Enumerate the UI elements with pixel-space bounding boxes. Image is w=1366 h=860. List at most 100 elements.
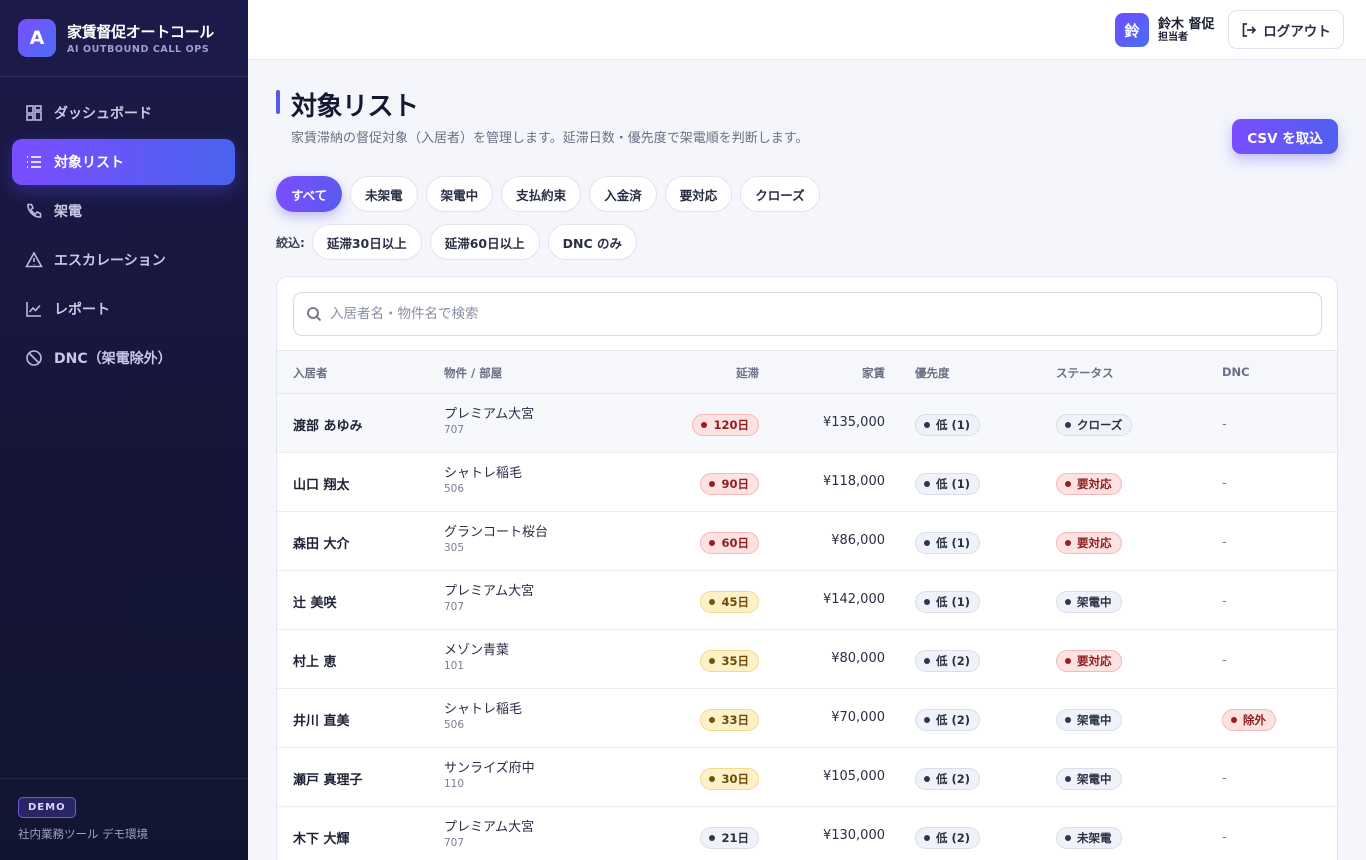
col-rent[interactable]: 家賃 [862, 365, 885, 381]
sidebar-item-label: レポート [54, 302, 110, 318]
tenant-name: 山口 翔太 [293, 478, 350, 493]
sidebar-item-label: DNC（架電除外） [54, 351, 172, 367]
tab-paid[interactable]: 入金済 [589, 176, 657, 212]
sidebar-item-call[interactable]: 架電 [12, 188, 235, 234]
dnc-cell: - [1222, 590, 1227, 613]
rent-amount: ¥70,000 [831, 710, 885, 725]
room-number: 305 [444, 542, 465, 554]
dnc-badge: 除外 [1222, 709, 1276, 731]
sidebar-item-report[interactable]: レポート [12, 286, 235, 332]
table-row[interactable]: 山口 翔太 シャトレ稲毛 506 90日 ¥118,000 低 (1) 要対応 … [277, 453, 1337, 512]
delay-cell: 120日 [692, 413, 759, 436]
col-tenant[interactable]: 入居者 [293, 365, 328, 381]
dnc-none: - [1222, 771, 1227, 786]
filter-dnc-only[interactable]: DNC のみ [547, 224, 637, 260]
page-description: 家賃滞納の督促対象（入居者）を管理します。延滞日数・優先度で架電順を判断します。 [291, 131, 809, 146]
tenant-name: 辻 美咲 [293, 596, 337, 611]
delay-badge: 60日 [700, 532, 759, 554]
demo-badge: DEMO [18, 797, 76, 818]
title-accent [276, 90, 280, 114]
priority-cell: 低 (1) [915, 413, 981, 436]
priority-badge: 低 (2) [915, 827, 981, 849]
property-cell: グランコート桜台 305 [444, 525, 548, 555]
priority-badge: 低 (1) [915, 473, 981, 495]
table-row[interactable]: 木下 大輝 プレミアム大宮 707 21日 ¥130,000 低 (2) 未架電… [277, 807, 1337, 860]
dnc-none: - [1222, 653, 1227, 668]
sidebar-item-dashboard[interactable]: ダッシュボード [12, 90, 235, 136]
table-row[interactable]: 井川 直美 シャトレ稲毛 506 33日 ¥70,000 低 (2) 架電中 除… [277, 689, 1337, 748]
sidebar-item-target-list[interactable]: 対象リスト [12, 139, 235, 185]
property-cell: シャトレ稲毛 506 [444, 702, 522, 732]
tenant-name: 井川 直美 [293, 714, 350, 729]
col-property[interactable]: 物件 / 部屋 [444, 365, 502, 381]
property-name: プレミアム大宮 [444, 820, 535, 835]
priority-cell: 低 (2) [915, 708, 981, 731]
search-input[interactable] [330, 306, 1280, 322]
room-number: 506 [444, 483, 465, 495]
table-row[interactable]: 渡部 あゆみ プレミアム大宮 707 120日 ¥135,000 低 (1) ク… [277, 394, 1337, 453]
priority-cell: 低 (1) [915, 590, 981, 613]
logout-icon [1242, 22, 1257, 37]
dnc-cell: - [1222, 531, 1227, 554]
priority-cell: 低 (2) [915, 767, 981, 790]
status-badge: 要対応 [1056, 473, 1122, 495]
priority-cell: 低 (2) [915, 649, 981, 672]
tab-closed[interactable]: クローズ [740, 176, 820, 212]
tab-needs-action[interactable]: 要対応 [664, 176, 733, 212]
priority-badge: 低 (2) [915, 768, 981, 790]
delay-badge: 45日 [700, 591, 759, 613]
sidebar-item-label: 架電 [54, 204, 82, 220]
top-header: 鈴 鈴木 督促 担当者 ログアウト [248, 0, 1366, 60]
sidebar-item-escalation[interactable]: エスカレーション [12, 237, 235, 283]
table-row[interactable]: 瀬戸 真理子 サンライズ府中 110 30日 ¥105,000 低 (2) 架電… [277, 748, 1337, 807]
user-name: 鈴木 督促 [1158, 16, 1215, 32]
filter-overdue-60[interactable]: 延滞60日以上 [429, 224, 540, 260]
delay-cell: 90日 [700, 472, 759, 495]
filter-bar: 絞込: 延滞30日以上 延滞60日以上 DNC のみ [276, 224, 645, 260]
tenant-name: 村上 恵 [293, 655, 337, 670]
priority-badge: 低 (1) [915, 591, 981, 613]
tab-promised[interactable]: 支払約束 [501, 176, 582, 212]
tab-calling[interactable]: 架電中 [425, 176, 494, 212]
table-row[interactable]: 辻 美咲 プレミアム大宮 707 45日 ¥142,000 低 (1) 架電中 … [277, 571, 1337, 630]
col-status[interactable]: ステータス [1056, 365, 1114, 381]
delay-cell: 21日 [700, 826, 759, 849]
status-cell: 未架電 [1056, 826, 1122, 849]
brand: A 家賃督促オートコール AI OUTBOUND CALL OPS [0, 0, 248, 77]
dnc-cell: - [1222, 826, 1227, 849]
filter-overdue-30[interactable]: 延滞30日以上 [311, 224, 422, 260]
tab-all[interactable]: すべて [276, 176, 343, 212]
status-cell: 架電中 [1056, 590, 1122, 613]
status-cell: 架電中 [1056, 708, 1122, 731]
phone-icon [25, 202, 43, 220]
dnc-cell: - [1222, 649, 1227, 672]
sidebar-nav: ダッシュボード 対象リスト 架電 エスカレーション レポート DNC（架電除外） [0, 77, 248, 381]
tenant-name: 瀬戸 真理子 [293, 773, 363, 788]
app-title: 家賃督促オートコール [67, 23, 215, 41]
status-cell: 要対応 [1056, 649, 1122, 672]
priority-cell: 低 (1) [915, 472, 981, 495]
property-name: シャトレ稲毛 [444, 702, 523, 717]
priority-cell: 低 (2) [915, 826, 981, 849]
app-subtitle: AI OUTBOUND CALL OPS [67, 44, 210, 55]
dnc-cell: - [1222, 413, 1227, 436]
col-delay[interactable]: 延滞 [736, 365, 759, 381]
col-dnc[interactable]: DNC [1222, 365, 1250, 379]
dnc-none: - [1222, 535, 1227, 550]
delay-badge: 35日 [700, 650, 759, 672]
status-badge: 未架電 [1056, 827, 1122, 849]
delay-cell: 45日 [700, 590, 759, 613]
table-row[interactable]: 森田 大介 グランコート桜台 305 60日 ¥86,000 低 (1) 要対応… [277, 512, 1337, 571]
status-badge: 架電中 [1056, 768, 1122, 790]
table-body: 渡部 あゆみ プレミアム大宮 707 120日 ¥135,000 低 (1) ク… [277, 394, 1337, 860]
table-row[interactable]: 村上 恵 メゾン青葉 101 35日 ¥80,000 低 (2) 要対応 - [277, 630, 1337, 689]
rent-amount: ¥86,000 [831, 533, 885, 548]
col-priority[interactable]: 優先度 [915, 365, 950, 381]
logout-button[interactable]: ログアウト [1228, 10, 1344, 49]
property-name: プレミアム大宮 [444, 584, 535, 599]
tab-not-called[interactable]: 未架電 [350, 176, 418, 212]
table-header: 入居者 物件 / 部屋 延滞 家賃 優先度 ステータス DNC [277, 350, 1337, 394]
page-title: 対象リスト [291, 92, 419, 122]
sidebar-item-dnc[interactable]: DNC（架電除外） [12, 335, 235, 381]
csv-import-button[interactable]: CSV を取込 [1232, 119, 1338, 154]
